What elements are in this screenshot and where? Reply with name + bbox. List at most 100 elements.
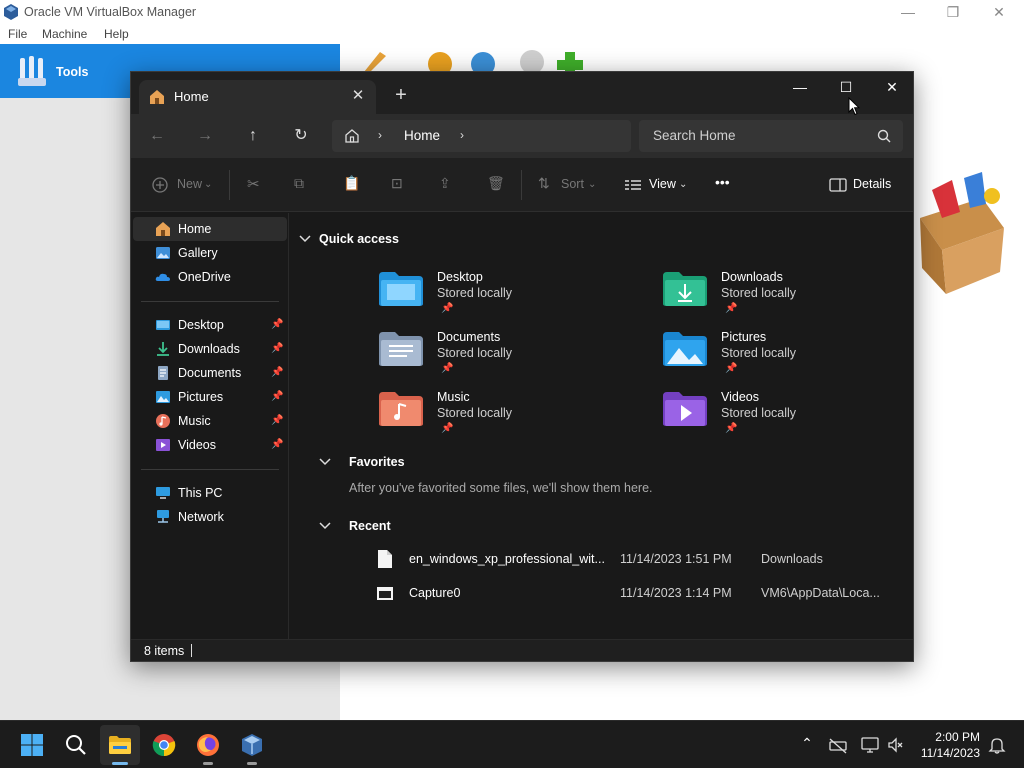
- clock-time[interactable]: 2:00 PM: [930, 730, 980, 744]
- quick-access-item[interactable]: Videos Stored locally 📌: [663, 390, 893, 446]
- nav-item-documents[interactable]: Documents 📌: [133, 361, 287, 385]
- recent-file-location: Downloads: [761, 552, 823, 566]
- network-disconnected-icon[interactable]: [828, 735, 848, 755]
- quick-access-item[interactable]: Pictures Stored locally 📌: [663, 330, 893, 386]
- virtualbox-taskbar-button[interactable]: [232, 725, 272, 765]
- tab-close-icon[interactable]: ✕: [348, 86, 368, 106]
- chevron-right-icon[interactable]: ›: [460, 128, 464, 142]
- nav-item-gallery[interactable]: Gallery: [133, 241, 287, 265]
- maximize-button[interactable]: ☐: [823, 72, 869, 102]
- quick-access-item[interactable]: Downloads Stored locally 📌: [663, 270, 893, 326]
- paste-icon[interactable]: 📋: [343, 175, 360, 192]
- show-hidden-icons-chevron-icon[interactable]: ⌃: [797, 735, 817, 755]
- nav-item-onedrive[interactable]: OneDrive: [133, 265, 287, 289]
- file-icon: [378, 550, 392, 568]
- music-folder-icon: [156, 414, 170, 428]
- nav-divider: [141, 301, 279, 302]
- nav-divider: [141, 469, 279, 470]
- refresh-button[interactable]: ↻: [289, 126, 313, 146]
- address-bar[interactable]: › Home ›: [332, 120, 631, 152]
- recent-row[interactable]: Capture0 11/14/2023 1:14 PM VM6\AppData\…: [377, 583, 880, 605]
- chrome-taskbar-button[interactable]: [144, 725, 184, 765]
- tab-home[interactable]: Home ✕: [139, 80, 376, 114]
- forward-button[interactable]: →: [193, 126, 217, 146]
- nav-label: Home: [178, 222, 212, 236]
- start-button[interactable]: [12, 725, 52, 765]
- nav-item-desktop[interactable]: Desktop 📌: [133, 313, 287, 337]
- recent-header[interactable]: Recent: [319, 519, 391, 533]
- menu-machine[interactable]: Machine: [42, 27, 87, 41]
- pin-icon: 📌: [725, 303, 738, 314]
- content-pane: Quick access Desktop Stored locally 📌 Do…: [291, 213, 913, 639]
- videos-folder-icon: [156, 439, 170, 451]
- vb-close-button[interactable]: ✕: [989, 2, 1009, 22]
- pin-icon: 📌: [441, 363, 454, 374]
- nav-item-home[interactable]: Home: [133, 217, 287, 241]
- minimize-button[interactable]: —: [777, 72, 823, 102]
- search-placeholder: Search Home: [653, 128, 736, 143]
- nav-item-network[interactable]: Network: [133, 505, 287, 529]
- favorites-heading: Favorites: [349, 455, 405, 469]
- status-divider: [191, 644, 192, 657]
- recent-file-name: en_windows_xp_professional_wit...: [409, 552, 605, 566]
- menu-help[interactable]: Help: [104, 27, 129, 41]
- virtualbox-logo-icon: [4, 4, 18, 20]
- vb-restore-button[interactable]: ❐: [943, 2, 963, 22]
- recent-file-date: 11/14/2023 1:14 PM: [620, 586, 732, 600]
- documents-folder-icon: [158, 366, 168, 380]
- back-button[interactable]: ←: [145, 126, 169, 146]
- delete-icon[interactable]: 🗑: [487, 175, 505, 192]
- quick-access-item[interactable]: Desktop Stored locally 📌: [379, 270, 609, 326]
- home-icon: [156, 222, 170, 236]
- close-button[interactable]: ✕: [869, 72, 915, 102]
- nav-label: Music: [178, 414, 211, 428]
- tools-label: Tools: [56, 65, 89, 79]
- clock-date[interactable]: 11/14/2023: [914, 746, 980, 760]
- rename-icon[interactable]: ⊡: [391, 175, 403, 192]
- item-status: Stored locally: [437, 406, 513, 420]
- item-status: Stored locally: [721, 406, 797, 420]
- pin-icon: 📌: [271, 439, 284, 450]
- nav-item-pictures[interactable]: Pictures 📌: [133, 385, 287, 409]
- nav-item-downloads[interactable]: Downloads 📌: [133, 337, 287, 361]
- nav-item-this-pc[interactable]: This PC: [133, 481, 287, 505]
- quick-access-item[interactable]: Music Stored locally 📌: [379, 390, 609, 446]
- more-options-button[interactable]: •••: [715, 174, 730, 190]
- recent-file-date: 11/14/2023 1:51 PM: [620, 552, 732, 566]
- cut-icon[interactable]: ✂: [247, 175, 260, 193]
- network-icon: [157, 510, 169, 523]
- share-icon[interactable]: ⇪: [439, 175, 451, 192]
- nav-item-music[interactable]: Music 📌: [133, 409, 287, 433]
- search-button[interactable]: [56, 725, 96, 765]
- view-button[interactable]: View: [649, 177, 676, 191]
- up-button[interactable]: ↑: [241, 126, 265, 146]
- gallery-icon: [156, 247, 170, 259]
- address-segment-home[interactable]: Home: [404, 128, 440, 143]
- vb-minimize-button[interactable]: —: [898, 2, 918, 22]
- sort-icon: ⇅: [538, 175, 550, 191]
- pin-icon: 📌: [441, 303, 454, 314]
- chevron-down-icon: [299, 235, 311, 243]
- firefox-taskbar-button[interactable]: [188, 725, 228, 765]
- copy-icon[interactable]: ⧉: [294, 175, 304, 192]
- pictures-folder-icon: [663, 332, 707, 366]
- explorer-body: Home Gallery OneDrive Desktop 📌 Download…: [131, 213, 913, 639]
- quick-access-header[interactable]: Quick access: [299, 232, 399, 246]
- menu-file[interactable]: File: [8, 27, 27, 41]
- file-explorer-taskbar-button[interactable]: [100, 725, 140, 765]
- chevron-right-icon[interactable]: ›: [378, 128, 382, 142]
- favorites-header[interactable]: Favorites: [319, 455, 405, 469]
- sort-button[interactable]: Sort: [561, 177, 584, 191]
- recent-row[interactable]: en_windows_xp_professional_wit... 11/14/…: [377, 549, 877, 571]
- volume-muted-icon[interactable]: [886, 735, 906, 755]
- item-name: Downloads: [721, 270, 783, 284]
- quick-access-item[interactable]: Documents Stored locally 📌: [379, 330, 609, 386]
- nav-item-videos[interactable]: Videos 📌: [133, 433, 287, 457]
- new-button[interactable]: New: [177, 177, 202, 191]
- new-tab-button[interactable]: +: [390, 85, 412, 108]
- details-button[interactable]: Details: [853, 177, 891, 191]
- notification-bell-icon[interactable]: [987, 735, 1007, 755]
- display-icon[interactable]: [860, 735, 880, 755]
- search-box[interactable]: Search Home: [639, 120, 903, 152]
- quick-access-heading: Quick access: [319, 232, 399, 246]
